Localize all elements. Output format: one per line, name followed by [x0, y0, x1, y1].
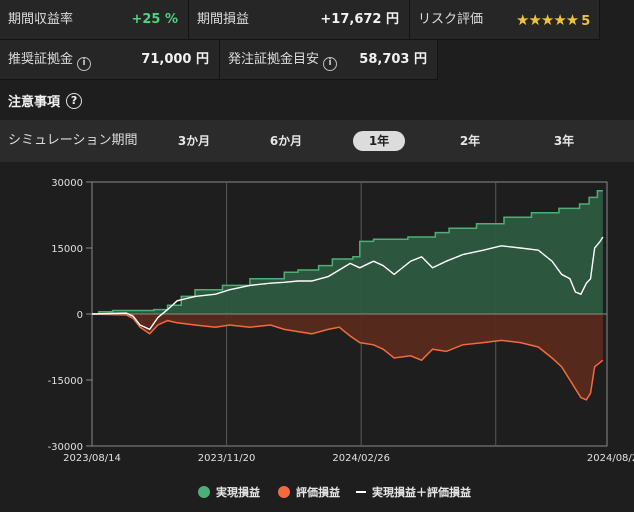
recommended-margin-cell: 推奨証拠金 i 71,000 円: [0, 40, 220, 80]
y-tick-label: 30000: [51, 178, 83, 189]
legend-line-total: [356, 491, 366, 493]
risk-stars: ★★★★★ 5: [516, 0, 590, 42]
legend-dot-unrealized: [278, 486, 290, 498]
period-selector: シミュレーション期間 3か月 6か月 1年 2年 3年: [0, 120, 634, 162]
period-option-2y[interactable]: 2年: [446, 131, 494, 151]
legend-label-unrealized: 評価損益: [296, 486, 340, 499]
x-tick-label: 2023/08/14: [63, 453, 121, 464]
y-tick-label: -30000: [48, 442, 83, 453]
period-option-3m[interactable]: 3か月: [170, 131, 218, 151]
legend-item-unrealized[interactable]: 評価損益: [278, 484, 340, 500]
pnl-chart: 30000 15000 0 -15000 -30000 2023/08/14 2023/11…: [0, 162, 634, 512]
star-icons: ★★★★★: [516, 11, 579, 29]
metrics-row-1: 期間収益率 +25 % 期間損益 +17,672 円 リスク評価 ★★★★★ 5: [0, 0, 600, 40]
period-label: シミュレーション期間: [8, 133, 138, 148]
period-pnl-value: +17,672 円: [320, 12, 399, 27]
period-pnl-label: 期間損益: [197, 12, 250, 27]
info-icon[interactable]: i: [77, 56, 92, 71]
help-icon[interactable]: ?: [66, 92, 83, 109]
period-option-1y[interactable]: 1年: [353, 131, 405, 151]
period-pnl-cell: 期間損益 +17,672 円: [189, 0, 410, 40]
metrics-row-2: 推奨証拠金 i 71,000 円 発注証拠金目安 i 58,703 円: [0, 40, 438, 80]
recommended-margin-text: 推奨証拠金: [8, 52, 74, 67]
realized-area: [92, 190, 603, 314]
legend-label-total: 実現損益＋評価損益: [372, 486, 471, 499]
legend-item-realized[interactable]: 実現損益: [198, 484, 260, 500]
order-margin-label: 発注証拠金目安 i: [228, 40, 338, 80]
risk-score: 5: [581, 14, 591, 29]
recommended-margin-label: 推奨証拠金 i: [8, 40, 92, 80]
notice-link[interactable]: 注意事項 ?: [8, 91, 83, 110]
period-option-6m[interactable]: 6か月: [262, 131, 310, 151]
legend-dot-realized: [198, 486, 210, 498]
info-icon[interactable]: i: [323, 56, 338, 71]
legend-label-realized: 実現損益: [216, 486, 260, 499]
recommended-margin-value: 71,000 円: [141, 52, 209, 67]
return-rate-label: 期間収益率: [8, 12, 74, 27]
period-option-3y[interactable]: 3年: [540, 131, 588, 151]
return-rate-value: +25 %: [131, 12, 178, 27]
order-margin-cell: 発注証拠金目安 i 58,703 円: [220, 40, 438, 80]
y-tick-label: -15000: [48, 376, 83, 387]
risk-label: リスク評価: [418, 12, 484, 27]
notice-label: 注意事項: [8, 95, 61, 110]
y-tick-label: 15000: [51, 244, 83, 255]
order-margin-value: 58,703 円: [359, 52, 427, 67]
unrealized-area: [92, 314, 603, 400]
risk-cell: リスク評価 ★★★★★ 5: [410, 0, 600, 40]
x-tick-label: 2024/08/2: [587, 453, 634, 464]
x-tick-label: 2024/02/26: [332, 453, 390, 464]
legend-item-total[interactable]: 実現損益＋評価損益: [356, 484, 471, 500]
pnl-chart-svg: 30000 15000 0 -15000 -300002023/08/14 2023/11…: [48, 178, 634, 464]
chart-legend: 実現損益 評価損益 実現損益＋評価損益: [0, 484, 634, 500]
order-margin-text: 発注証拠金目安: [228, 52, 320, 67]
x-tick-label: 2023/11/20: [198, 453, 256, 464]
return-rate-cell: 期間収益率 +25 %: [0, 0, 189, 40]
y-tick-label: 0: [77, 310, 83, 321]
